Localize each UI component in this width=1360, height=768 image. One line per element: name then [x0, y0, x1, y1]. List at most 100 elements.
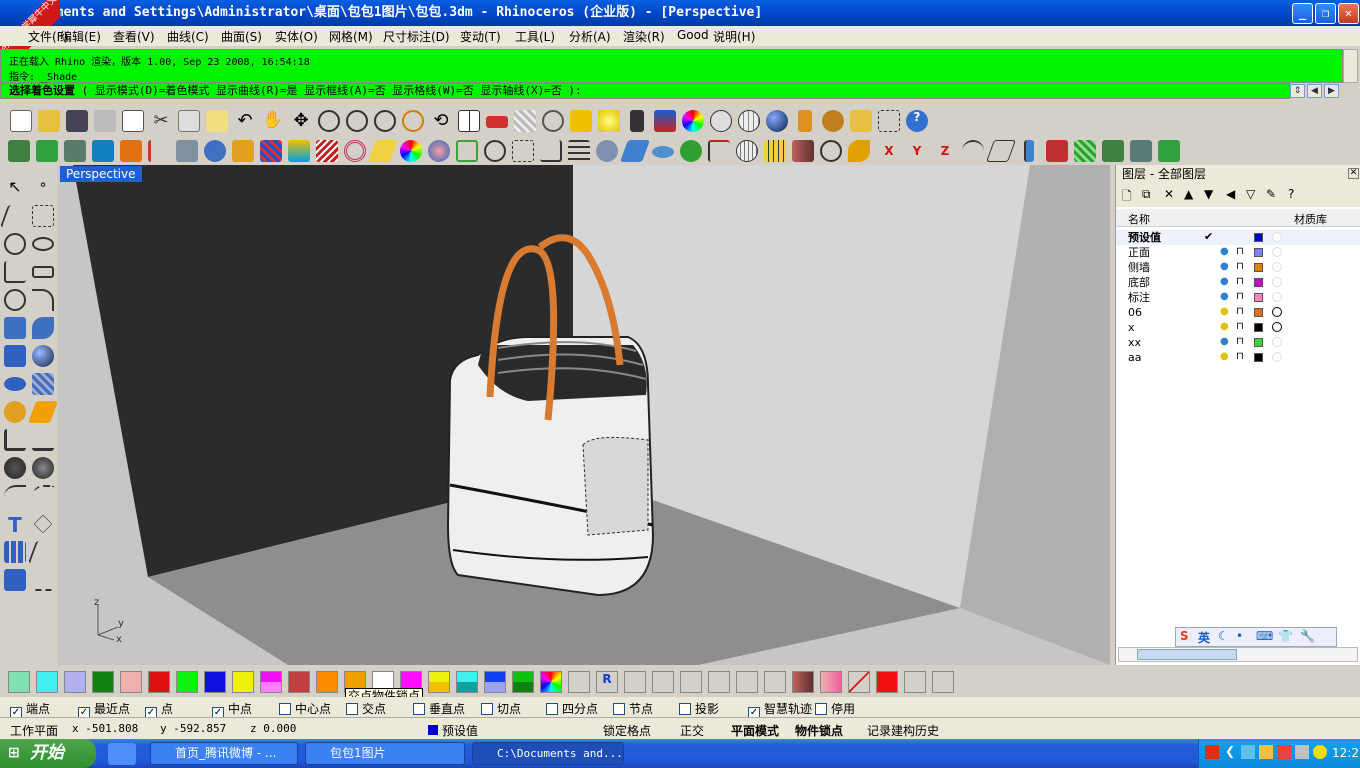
copy-icon[interactable]: [122, 110, 144, 132]
tool-f-icon[interactable]: [736, 671, 758, 693]
shaded-sphere-icon[interactable]: [738, 110, 760, 132]
checkbox-icon[interactable]: [815, 703, 827, 715]
delete-layer-icon[interactable]: ✕: [1164, 187, 1174, 201]
move-icon[interactable]: ✥: [290, 110, 312, 132]
minimize-button[interactable]: _: [1292, 3, 1313, 24]
restore-button[interactable]: ❐: [1315, 3, 1336, 24]
tool-11-icon[interactable]: [288, 140, 310, 162]
tray-app-icon[interactable]: [1259, 745, 1273, 759]
ime-lang[interactable]: 英: [1198, 629, 1210, 646]
layer-color-swatch[interactable]: [1254, 248, 1263, 257]
palette-swatch[interactable]: [484, 671, 506, 693]
status-layer[interactable]: 预设值: [442, 722, 478, 739]
open-file-icon[interactable]: [38, 110, 60, 132]
scroll-thumb[interactable]: [1137, 649, 1237, 660]
tool-i-icon[interactable]: [820, 671, 842, 693]
tool-m-icon[interactable]: [932, 671, 954, 693]
network-icon[interactable]: [1241, 745, 1255, 759]
layer-row[interactable]: aa ● ⊓: [1116, 350, 1360, 365]
car-icon[interactable]: [486, 116, 508, 128]
status-ortho[interactable]: 正交: [680, 722, 704, 739]
prompt-left-icon[interactable]: ◀: [1307, 84, 1322, 98]
group-icon[interactable]: [4, 457, 26, 479]
tool-8-icon[interactable]: [204, 140, 226, 162]
visible-bulb-icon[interactable]: ●: [1220, 306, 1229, 317]
osnap-checkbox[interactable]: 交点: [346, 700, 386, 717]
gear-icon[interactable]: [822, 110, 844, 132]
material-icon[interactable]: [1272, 292, 1282, 302]
visible-bulb-icon[interactable]: ●: [1220, 246, 1229, 257]
new-file-icon[interactable]: [10, 110, 32, 132]
tool-28-icon[interactable]: [764, 140, 786, 162]
tool-k-icon[interactable]: [876, 671, 898, 693]
start-button[interactable]: ⊞ 开始: [0, 739, 96, 768]
menu-help[interactable]: 说明(H): [713, 28, 755, 45]
prompt-right-icon[interactable]: ▶: [1324, 84, 1339, 98]
menu-solid[interactable]: 实体(O): [275, 28, 318, 45]
checkbox-icon[interactable]: [481, 703, 493, 715]
menu-tools[interactable]: 工具(L): [515, 28, 555, 45]
fillet-icon[interactable]: [32, 289, 54, 311]
osnap-checkbox[interactable]: 停用: [815, 700, 855, 717]
box2-icon[interactable]: [4, 569, 26, 591]
zoom-icon[interactable]: [318, 110, 340, 132]
prompt-updown-icon[interactable]: ⇕: [1290, 84, 1305, 98]
tray-app2-icon[interactable]: [1277, 745, 1291, 759]
tool-13-icon[interactable]: [344, 140, 366, 162]
status-planar[interactable]: 平面模式: [731, 722, 779, 739]
material-icon[interactable]: [1272, 322, 1282, 332]
menu-analyze[interactable]: 分析(A): [569, 28, 611, 45]
tool-20-icon[interactable]: [540, 140, 562, 162]
tool-24-icon[interactable]: [652, 146, 674, 158]
tool-r-icon[interactable]: R: [596, 671, 618, 693]
layer-color-swatch[interactable]: [1254, 293, 1263, 302]
material-icon[interactable]: [1272, 352, 1282, 362]
tool-26-icon[interactable]: [708, 140, 730, 162]
lock-icon[interactable]: ⊓: [1236, 306, 1244, 317]
ellipse-icon[interactable]: [32, 237, 54, 251]
ungroup-icon[interactable]: [32, 457, 54, 479]
rotate-view-icon[interactable]: ⟲: [430, 110, 452, 132]
zoom-window-icon[interactable]: [346, 110, 368, 132]
tool-22-icon[interactable]: [596, 140, 618, 162]
material-icon[interactable]: [1272, 247, 1282, 257]
osnap-checkbox[interactable]: 四分点: [546, 700, 598, 717]
palette-swatch[interactable]: [36, 671, 58, 693]
visible-bulb-icon[interactable]: ●: [1220, 321, 1229, 332]
palette-swatch[interactable]: [456, 671, 478, 693]
material-icon[interactable]: [1272, 307, 1282, 317]
material-icon[interactable]: [1272, 337, 1282, 347]
array-icon[interactable]: [4, 541, 26, 563]
polygon-icon[interactable]: [4, 261, 26, 283]
palette-swatch[interactable]: [64, 671, 86, 693]
menu-surface[interactable]: 曲面(S): [221, 28, 262, 45]
layer-row[interactable]: x ● ⊓: [1116, 320, 1360, 335]
tool-j-icon[interactable]: [848, 671, 870, 693]
tray-arrow-icon[interactable]: ❮: [1225, 744, 1235, 758]
lock-icon[interactable]: ⊓: [1236, 336, 1244, 347]
wrench-icon[interactable]: 🔧: [1300, 629, 1315, 643]
osnap-checkbox[interactable]: 垂直点: [413, 700, 465, 717]
lock-icon[interactable]: ⊓: [1236, 351, 1244, 362]
tool-35-icon[interactable]: [962, 140, 984, 162]
bulb-icon[interactable]: [598, 110, 620, 132]
tool-l-icon[interactable]: [904, 671, 926, 693]
palette-swatch[interactable]: [176, 671, 198, 693]
visible-bulb-icon[interactable]: ●: [1220, 291, 1229, 302]
layers-hscrollbar[interactable]: [1118, 647, 1358, 662]
layer-row[interactable]: 标注 ● ⊓: [1116, 290, 1360, 305]
palette-swatch[interactable]: [148, 671, 170, 693]
layer-color-swatch[interactable]: [1254, 323, 1263, 332]
material-icon[interactable]: [1272, 277, 1282, 287]
tool-42-icon[interactable]: [1158, 140, 1180, 162]
tool-16-icon[interactable]: [428, 140, 450, 162]
sogou-icon[interactable]: S: [1180, 629, 1189, 643]
layer-row[interactable]: 侧墙 ● ⊓: [1116, 260, 1360, 275]
layer-row[interactable]: 底部 ● ⊓: [1116, 275, 1360, 290]
menu-dimension[interactable]: 尺寸标注(D): [383, 28, 450, 45]
z-axis-icon[interactable]: Z: [934, 140, 956, 162]
tool-27-icon[interactable]: [736, 140, 758, 162]
osnap-checkbox[interactable]: 切点: [481, 700, 521, 717]
visible-bulb-icon[interactable]: ●: [1220, 276, 1229, 287]
scale-icon[interactable]: [33, 514, 53, 534]
